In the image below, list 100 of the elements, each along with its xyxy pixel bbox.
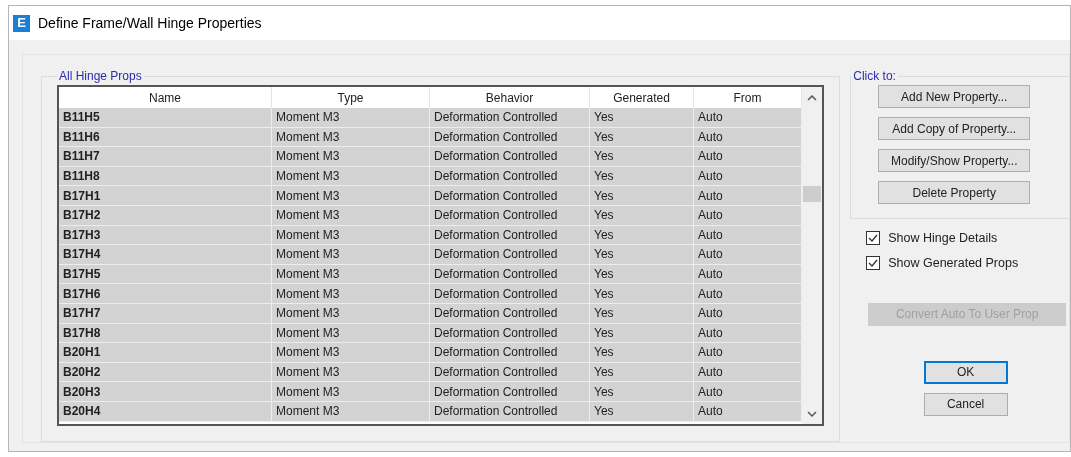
table-cell: B17H6 — [59, 284, 272, 304]
table-cell: B17H1 — [59, 186, 272, 206]
table-cell: Auto — [694, 108, 802, 128]
table-cell: Deformation Controlled — [430, 108, 590, 128]
table-cell: Moment M3 — [272, 401, 430, 422]
table-cell: Auto — [694, 186, 802, 206]
table-cell: Deformation Controlled — [430, 245, 590, 265]
table-cell: Yes — [590, 108, 694, 128]
table-cell: Moment M3 — [272, 323, 430, 344]
scrollbar[interactable] — [802, 87, 822, 424]
table-cell: Deformation Controlled — [430, 303, 590, 324]
table-cell: Moment M3 — [272, 362, 430, 383]
table-cell: Moment M3 — [272, 127, 430, 148]
table-cell: B20H3 — [59, 382, 272, 402]
table-cell: Deformation Controlled — [430, 264, 590, 285]
table-cell: Yes — [590, 382, 694, 402]
table-cell: Moment M3 — [272, 225, 430, 246]
table-cell: Deformation Controlled — [430, 186, 590, 206]
table-cell: Yes — [590, 343, 694, 363]
table-cell: B17H5 — [59, 264, 272, 285]
table-cell: Moment M3 — [272, 245, 430, 265]
table-cell: Deformation Controlled — [430, 166, 590, 187]
table-cell: Deformation Controlled — [430, 147, 590, 167]
table-cell: Moment M3 — [272, 186, 430, 206]
table-cell: Deformation Controlled — [430, 362, 590, 383]
scroll-up-icon[interactable] — [807, 94, 817, 102]
table-cell: B11H5 — [59, 108, 272, 128]
table-cell: Yes — [590, 362, 694, 383]
table-cell: Yes — [590, 186, 694, 206]
table-cell: Moment M3 — [272, 382, 430, 402]
table-cell: Moment M3 — [272, 166, 430, 187]
window-title: Define Frame/Wall Hinge Properties — [38, 13, 262, 33]
table-cell: B17H8 — [59, 323, 272, 344]
checkbox-label: Show Generated Props — [888, 254, 1019, 272]
table-cell: Deformation Controlled — [430, 323, 590, 344]
checkbox-label: Show Hinge Details — [888, 230, 998, 247]
table-cell: Yes — [590, 303, 694, 324]
scroll-down-icon[interactable] — [807, 410, 817, 418]
check-icon — [868, 259, 879, 268]
table-cell: Yes — [590, 205, 694, 226]
check-icon — [868, 234, 879, 243]
table-cell: Auto — [694, 264, 802, 285]
action-button[interactable]: Add New Property... — [878, 85, 1031, 108]
table-cell: B17H3 — [59, 225, 272, 246]
group-label: Click to: — [852, 68, 897, 85]
table-cell: Yes — [590, 323, 694, 344]
table-cell: Auto — [694, 362, 802, 383]
table-cell: Deformation Controlled — [430, 284, 590, 304]
table-cell: Auto — [694, 401, 802, 422]
table-cell: Deformation Controlled — [430, 343, 590, 363]
table-cell: Auto — [694, 225, 802, 246]
table-cell: Yes — [590, 166, 694, 187]
table-cell: B11H6 — [59, 127, 272, 148]
action-button[interactable]: Add Copy of Property... — [878, 117, 1031, 140]
table-cell: Deformation Controlled — [430, 401, 590, 422]
scroll-thumb[interactable] — [803, 186, 821, 202]
table-cell: B17H4 — [59, 245, 272, 265]
table-cell: Moment M3 — [272, 343, 430, 363]
table-cell: B11H7 — [59, 147, 272, 167]
table-cell: Yes — [590, 147, 694, 167]
table-cell: Moment M3 — [272, 264, 430, 285]
table-cell: Auto — [694, 166, 802, 187]
ok-button[interactable]: OK — [923, 360, 1008, 384]
table-cell: B11H8 — [59, 166, 272, 187]
table-cell: Deformation Controlled — [430, 127, 590, 148]
table-cell: Yes — [590, 284, 694, 304]
checkbox[interactable] — [866, 231, 881, 246]
table-cell: Auto — [694, 245, 802, 265]
table-cell: Yes — [590, 127, 694, 148]
action-button[interactable]: Delete Property — [878, 181, 1031, 204]
app-icon: E — [13, 14, 30, 32]
table-cell: Auto — [694, 205, 802, 226]
table-cell: Auto — [694, 127, 802, 148]
table-cell: B20H2 — [59, 362, 272, 383]
group-label: All Hinge Props — [58, 68, 143, 85]
table-cell: Yes — [590, 401, 694, 422]
table-cell: Moment M3 — [272, 147, 430, 167]
table-cell: B20H1 — [59, 343, 272, 363]
table-cell: Moment M3 — [272, 284, 430, 304]
table-cell: Auto — [694, 323, 802, 344]
table-cell: Auto — [694, 147, 802, 167]
table-cell: Auto — [694, 343, 802, 363]
table-cell: Moment M3 — [272, 205, 430, 226]
table-cell: B17H7 — [59, 303, 272, 324]
table-cell: Moment M3 — [272, 108, 430, 128]
table-cell: B17H2 — [59, 205, 272, 226]
table-cell: Deformation Controlled — [430, 225, 590, 246]
table-cell: Auto — [694, 303, 802, 324]
table-cell: Yes — [590, 225, 694, 246]
cancel-button[interactable]: Cancel — [923, 392, 1008, 416]
table-cell: Yes — [590, 264, 694, 285]
table-cell: Auto — [694, 284, 802, 304]
table-cell: Deformation Controlled — [430, 205, 590, 226]
table-cell: B20H4 — [59, 401, 272, 422]
table-cell: Moment M3 — [272, 303, 430, 324]
table-cell: Auto — [694, 382, 802, 402]
checkbox[interactable] — [866, 256, 881, 271]
action-button[interactable]: Modify/Show Property... — [878, 149, 1031, 172]
table-cell: Deformation Controlled — [430, 382, 590, 402]
table-cell: Yes — [590, 245, 694, 265]
